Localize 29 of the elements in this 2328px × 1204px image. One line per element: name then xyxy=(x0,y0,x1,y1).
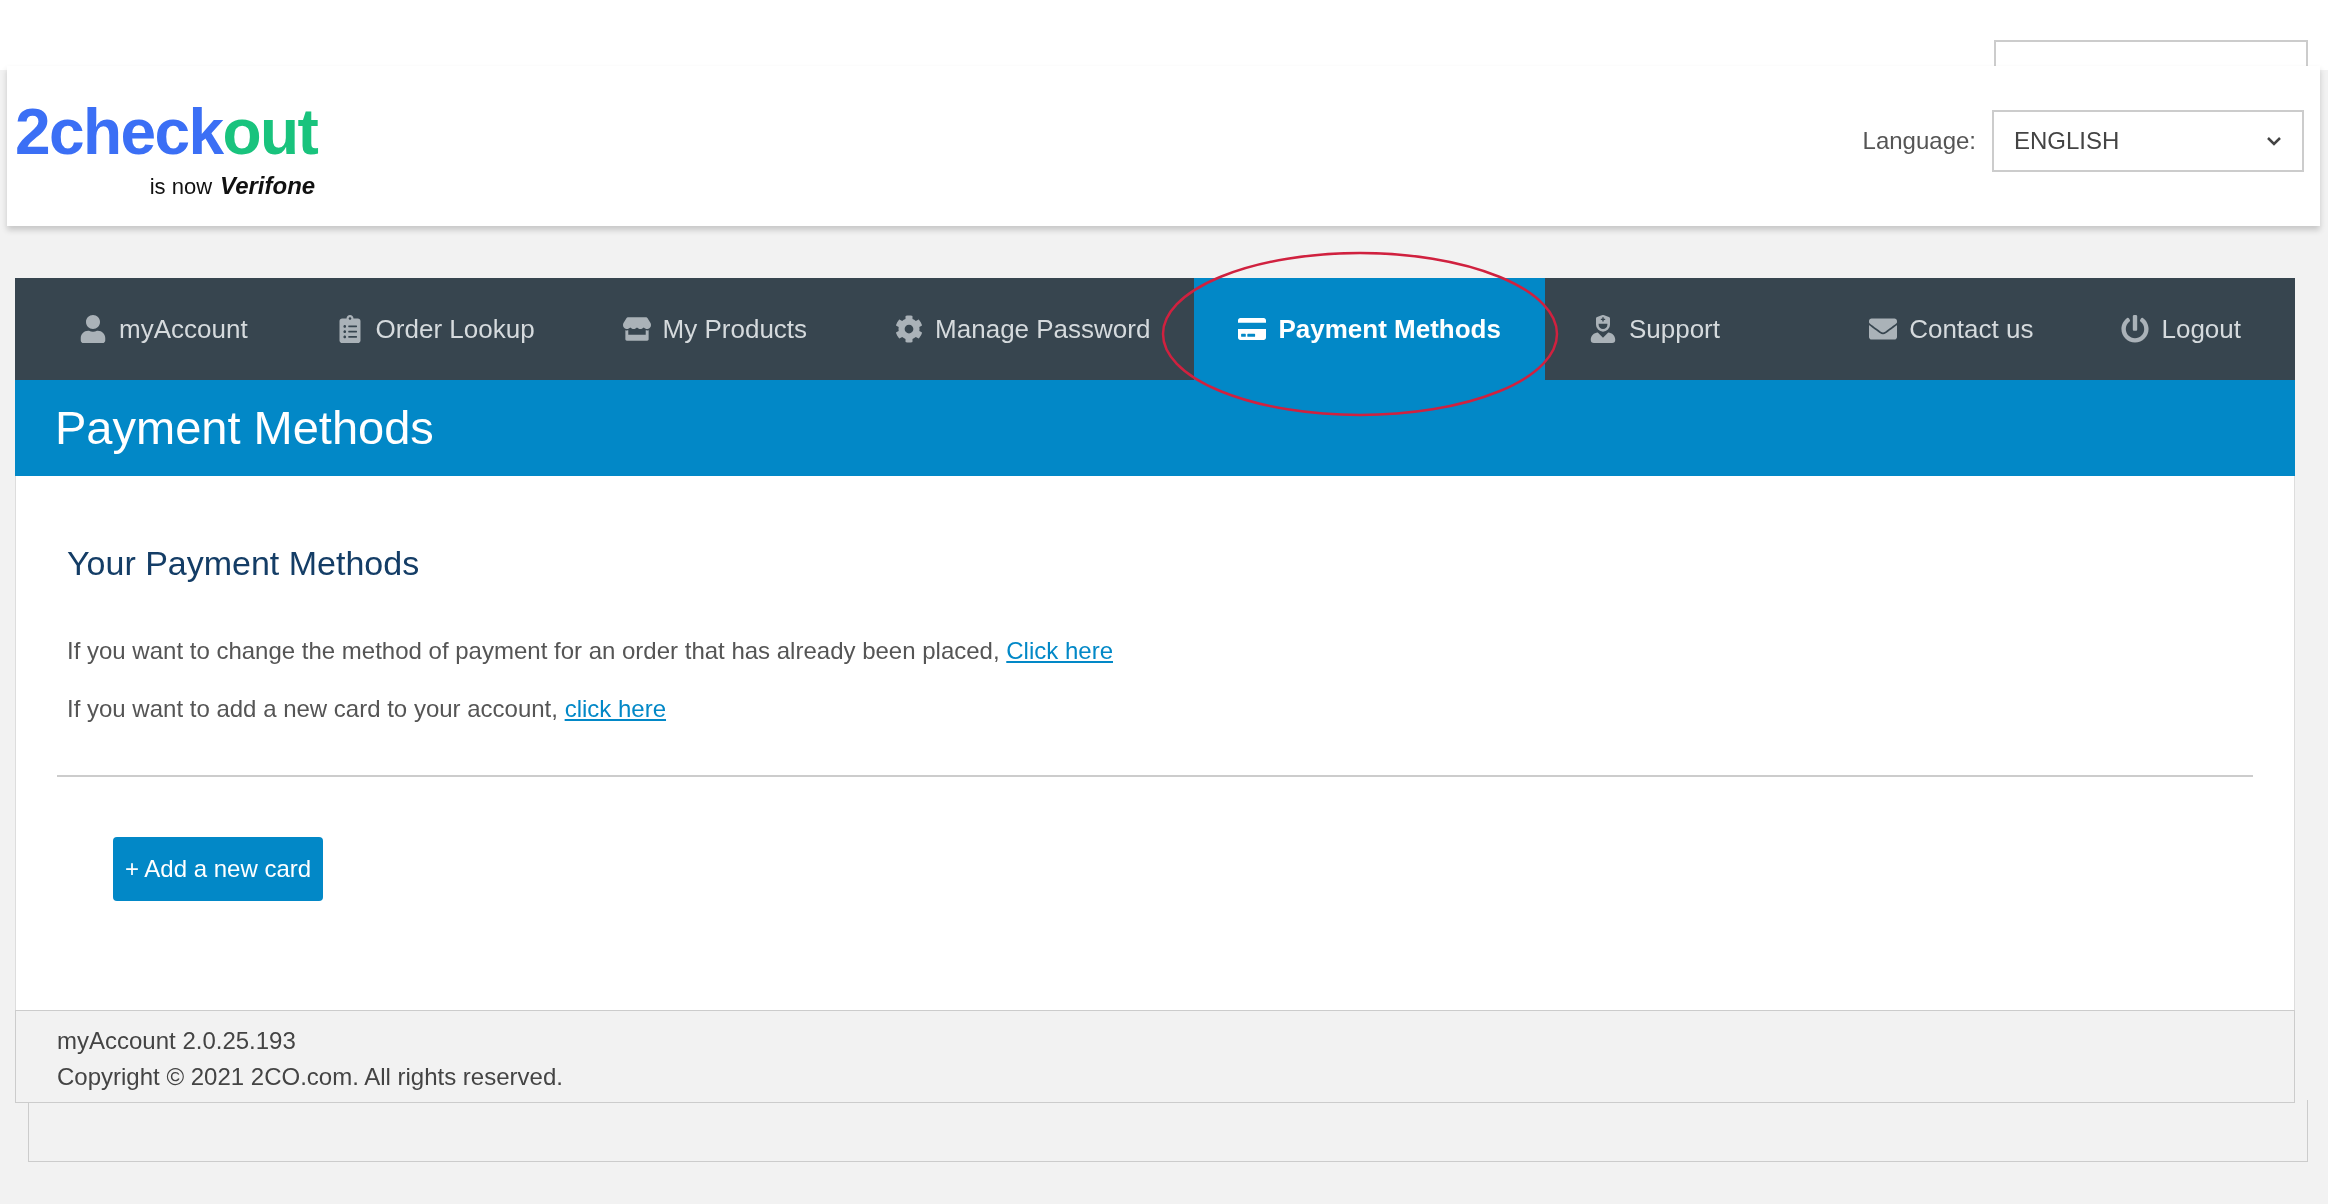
settings-icon xyxy=(895,315,924,343)
language-label: Language: xyxy=(1862,126,1976,156)
logo-wordmark: 2checkout xyxy=(15,100,318,164)
chevron-down-icon xyxy=(2266,136,2282,146)
page-title: Payment Methods xyxy=(55,399,434,456)
click-here-link[interactable]: click here xyxy=(564,695,666,722)
nav-tab[interactable]: Contact us xyxy=(1825,278,2078,380)
nav-tab[interactable]: Support xyxy=(1544,278,1764,380)
nav-tab[interactable]: Logout xyxy=(2077,278,2285,380)
logo-tagline: is now xyxy=(149,173,213,201)
add-card-button[interactable]: + Add a new card xyxy=(113,837,324,901)
user-icon xyxy=(79,315,107,343)
credit-card-icon xyxy=(1238,315,1267,343)
nav-tab[interactable]: Manage Password xyxy=(851,278,1195,380)
info-text: If you want to change the method of payment for an order that has already been placed, Click here xyxy=(67,636,1114,666)
version-text: myAccount 2.0.25.193 xyxy=(57,1026,297,1056)
section-heading: Your Payment Methods xyxy=(66,543,421,584)
person-icon xyxy=(1588,315,1617,343)
language-select[interactable]: ENGLISH xyxy=(1992,110,2304,172)
click-here-link[interactable]: Click here xyxy=(1006,637,1113,664)
copyright-text: Copyright © 2021 2CO.com. All rights reserved. xyxy=(57,1062,564,1092)
store-icon xyxy=(622,315,651,343)
nav-tab[interactable]: Payment Methods xyxy=(1194,278,1545,380)
info-text: If you want to add a new card to your account, click here xyxy=(67,694,667,724)
power-icon xyxy=(2121,315,2150,343)
nav-tab[interactable]: My Products xyxy=(578,278,852,380)
nav-tab[interactable]: Order Lookup xyxy=(291,278,579,380)
nav-tab[interactable]: myAccount xyxy=(35,278,292,380)
brand-name: Verifone xyxy=(220,171,316,201)
